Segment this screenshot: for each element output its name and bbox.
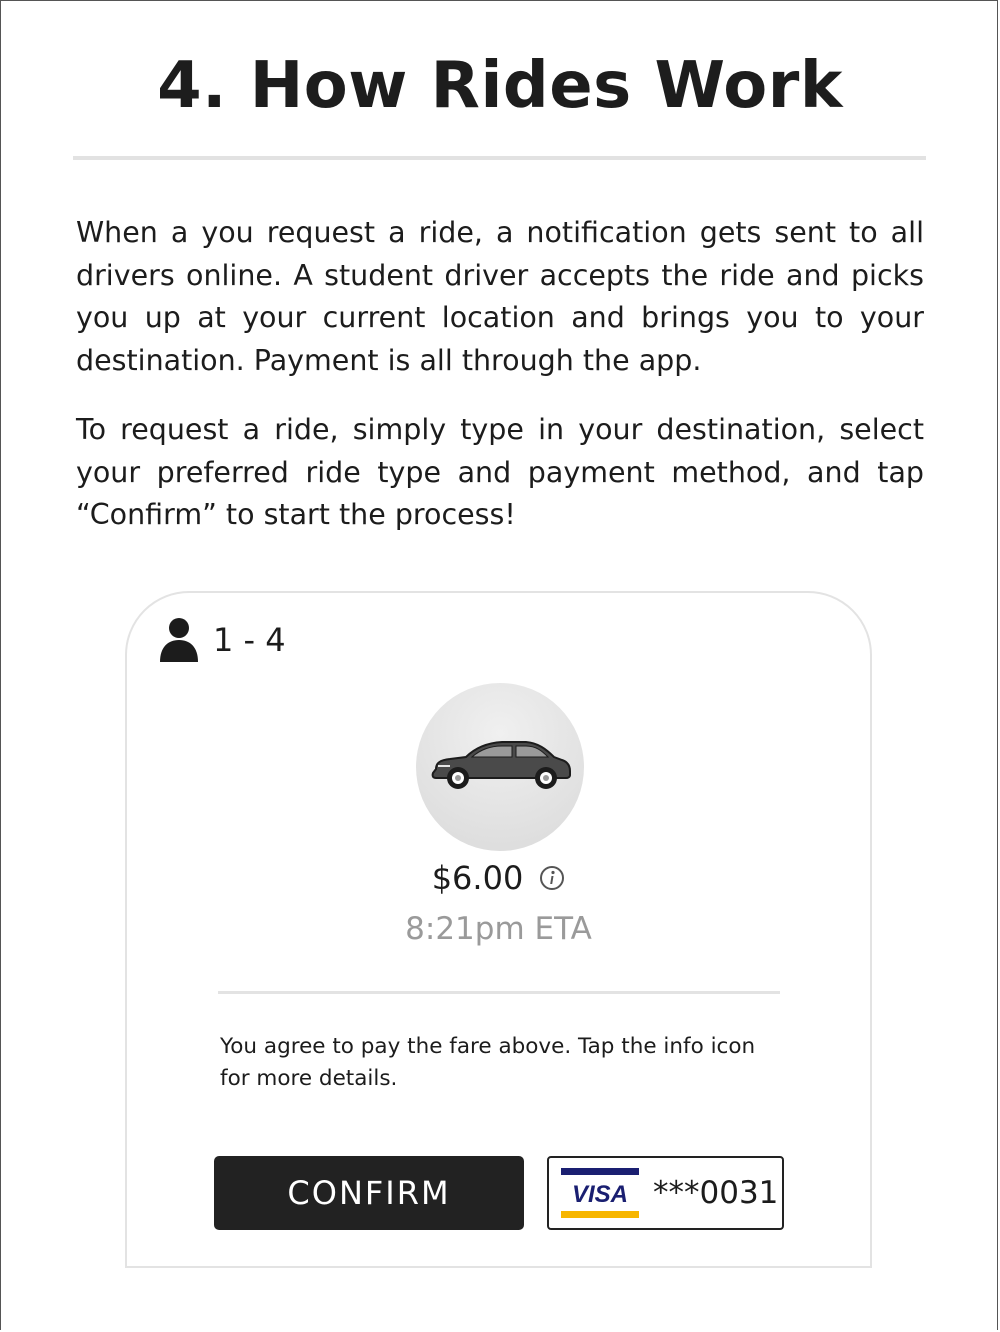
svg-text:VISA: VISA [572, 1181, 628, 1208]
car-icon [431, 741, 571, 789]
fare-row: $6.00 [127, 859, 870, 897]
info-icon[interactable] [539, 865, 565, 891]
ride-type-selector[interactable] [416, 683, 584, 851]
card-number: ***0031 [653, 1175, 779, 1211]
payment-method-selector[interactable]: VISA ***0031 [547, 1156, 784, 1230]
page-title: 4. How Rides Work [157, 49, 843, 123]
fare-agreement-text: You agree to pay the fare above. Tap the… [220, 1034, 756, 1091]
title-divider [73, 156, 926, 160]
intro-paragraph: When a you request a ride, a notificatio… [76, 216, 924, 377]
ride-card: 1 - 4 $6.00 8:21pm ETA You agree to pay … [125, 591, 872, 1268]
card-divider [218, 991, 780, 994]
visa-card-icon: VISA [561, 1168, 639, 1218]
confirm-button[interactable]: CONFIRM [214, 1156, 524, 1230]
instructions-paragraph: To request a ride, simply type in your d… [76, 413, 924, 531]
fare-price: $6.00 [431, 859, 524, 897]
ride-capacity: 1 - 4 [159, 617, 286, 663]
capacity-text: 1 - 4 [213, 621, 286, 659]
person-icon [160, 618, 198, 662]
eta-text: 8:21pm ETA [405, 911, 592, 947]
